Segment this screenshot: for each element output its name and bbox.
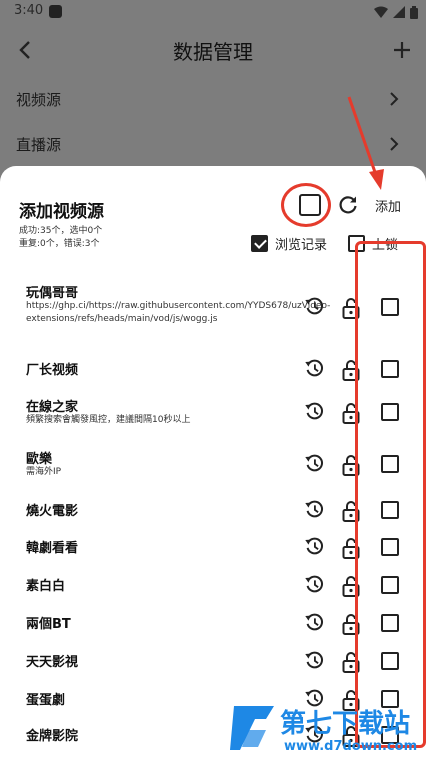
history-label: 浏览记录 <box>275 237 328 253</box>
status-icons <box>374 5 418 19</box>
history-icon[interactable] <box>303 535 325 557</box>
source-name: 厂长视频 <box>26 363 79 378</box>
stat-success: 成功:35个，选中0个 <box>19 226 103 236</box>
history-icon[interactable] <box>303 295 325 317</box>
source-name: 素白白 <box>26 579 66 594</box>
source-name: 韓劇看看 <box>26 541 79 556</box>
watermark-brand: 第七下载站 <box>280 708 410 739</box>
watermark-logo: 第七下载站 www.d7down.com <box>230 706 417 754</box>
battery-icon <box>410 5 418 19</box>
source-name: 兩個BT <box>26 617 71 632</box>
source-name: 蛋蛋劇 <box>26 693 66 708</box>
signal-icon <box>393 6 405 18</box>
source-description: https://ghp.ci/https://raw.githubusercon… <box>26 301 331 324</box>
watermark-url: www.d7down.com <box>284 739 417 754</box>
annotation-circle <box>281 183 331 227</box>
history-option[interactable]: 浏览记录 <box>251 233 327 253</box>
history-icon[interactable] <box>303 649 325 671</box>
status-time: 3:40 <box>14 3 44 18</box>
source-description: 頻繁搜索會觸發風控，建議間隔10秒以上 <box>26 415 191 425</box>
history-icon[interactable] <box>303 611 325 633</box>
settings-item-label: 直播源 <box>16 136 62 154</box>
settings-item-label: 视频源 <box>16 91 62 109</box>
source-name: 燒火電影 <box>26 504 79 519</box>
source-name: 玩偶哥哥 <box>26 286 79 301</box>
app-notification-icon <box>49 5 62 18</box>
stat-duplicate: 重复:0个，错误:3个 <box>19 239 100 249</box>
history-icon[interactable] <box>303 498 325 520</box>
page-title: 数据管理 <box>173 40 253 64</box>
annotation-arrow <box>347 96 384 190</box>
add-button[interactable]: 添加 <box>375 196 401 215</box>
source-name: 歐樂 <box>26 452 53 467</box>
annotation-rectangle <box>355 241 426 748</box>
history-icon[interactable] <box>303 452 325 474</box>
history-icon[interactable] <box>303 400 325 422</box>
refresh-icon[interactable] <box>336 193 360 217</box>
source-name: 金牌影院 <box>26 729 79 744</box>
wifi-icon <box>374 6 388 18</box>
history-icon[interactable] <box>303 573 325 595</box>
history-icon[interactable] <box>303 357 325 379</box>
history-checkbox[interactable] <box>251 234 268 252</box>
app-bar: 数据管理 <box>0 24 426 76</box>
source-name: 天天影視 <box>26 655 79 670</box>
plus-icon[interactable] <box>390 38 414 62</box>
source-name: 在線之家 <box>26 400 79 415</box>
sheet-title: 添加视频源 <box>19 202 104 222</box>
source-description: 需海外IP <box>26 467 62 477</box>
status-bar: 3:40 <box>0 0 426 24</box>
